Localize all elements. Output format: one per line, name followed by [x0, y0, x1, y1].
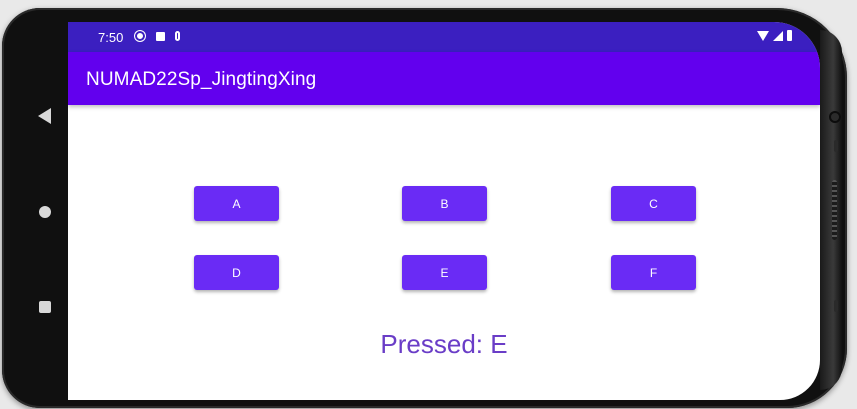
battery-icon [787, 30, 792, 41]
app-screen: 7:50 NUMAD22Sp_JingtingXing A B C D E F … [68, 22, 820, 400]
button-a[interactable]: A [194, 186, 279, 221]
mic-icon [175, 31, 180, 41]
status-icons-left [134, 30, 180, 42]
phone-edge [820, 30, 842, 390]
app-bar: NUMAD22Sp_JingtingXing [68, 52, 820, 105]
button-d[interactable]: D [194, 255, 279, 290]
button-b[interactable]: B [402, 186, 487, 221]
recents-icon[interactable] [39, 301, 51, 313]
status-icons-right [757, 30, 792, 41]
wifi-icon [757, 30, 769, 41]
navigation-bar [14, 30, 68, 395]
speaker-grille [832, 180, 837, 240]
button-f[interactable]: F [611, 255, 696, 290]
settings-icon [134, 30, 146, 42]
back-icon[interactable] [38, 108, 51, 124]
hardware-button-top[interactable] [834, 140, 838, 152]
app-title: NUMAD22Sp_JingtingXing [86, 69, 317, 90]
status-bar: 7:50 [68, 22, 820, 52]
hardware-button-bottom[interactable] [834, 300, 838, 312]
button-c[interactable]: C [611, 186, 696, 221]
pressed-label: Pressed: E [380, 329, 508, 359]
signal-icon [773, 30, 783, 41]
camera-lens [829, 111, 841, 123]
status-time: 7:50 [98, 30, 124, 45]
home-icon[interactable] [39, 206, 51, 218]
notification-icon [156, 31, 165, 41]
button-e[interactable]: E [402, 255, 487, 290]
